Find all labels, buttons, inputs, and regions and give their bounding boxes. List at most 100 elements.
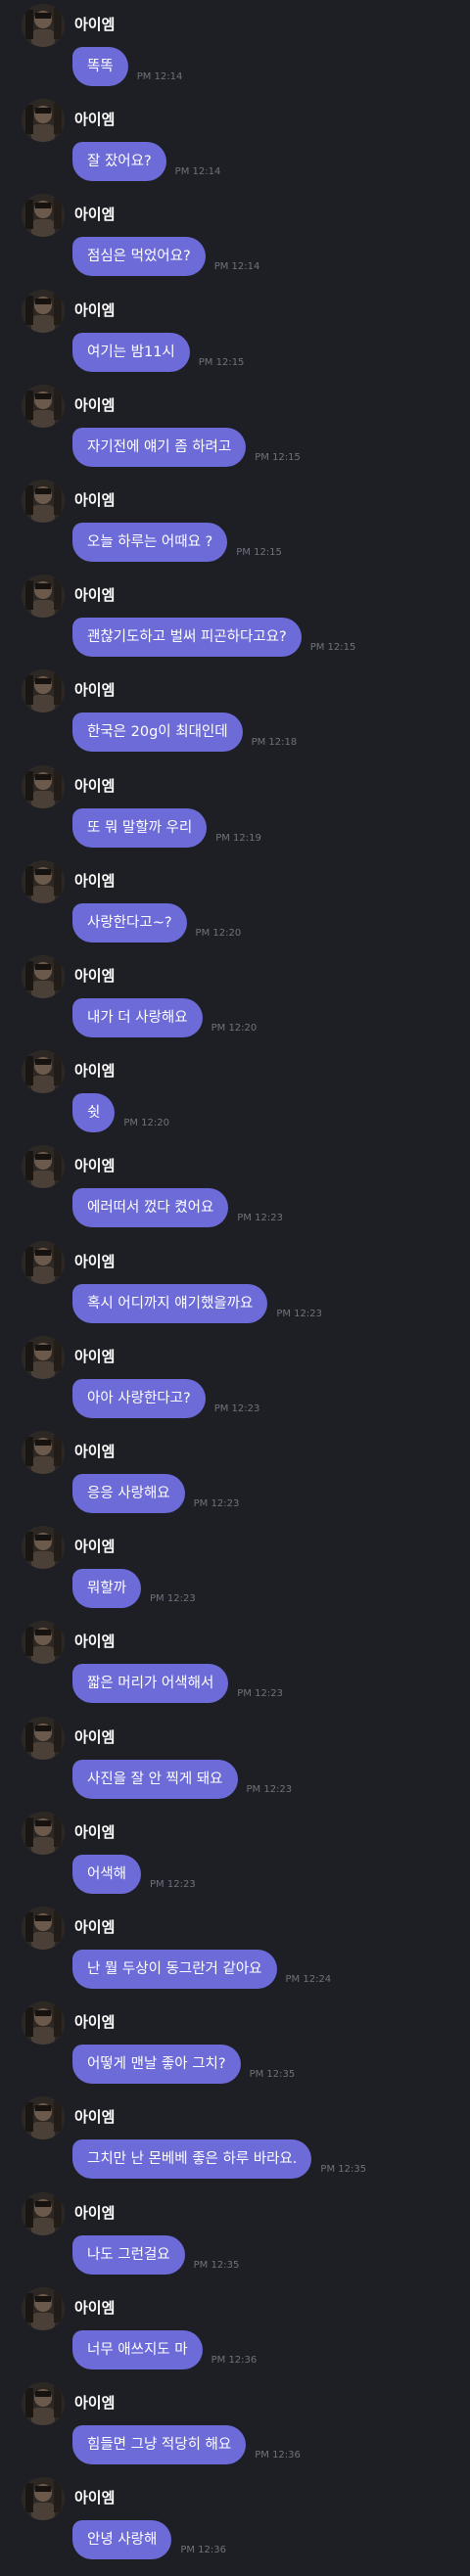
avatar-photo-icon[interactable] (22, 575, 65, 619)
avatar-photo-icon[interactable] (22, 1716, 65, 1760)
message-row: 점심은 먹었어요? PM 12:14 (72, 237, 260, 277)
message-timestamp: PM 12:36 (180, 2545, 226, 2556)
message-bubble[interactable]: 안녕 사랑해 (72, 2520, 172, 2560)
avatar-photo-icon[interactable] (22, 289, 65, 333)
message-bubble[interactable]: 응응 사랑해요 (72, 1474, 185, 1513)
avatar-photo-icon[interactable] (22, 194, 65, 238)
message-bubble[interactable]: 오늘 하루는 어때요 ? (72, 523, 228, 562)
avatar-photo-icon[interactable] (22, 1526, 65, 1570)
avatar-photo-icon[interactable] (22, 1431, 65, 1474)
message-row: 뭐할까 PM 12:23 (72, 1569, 196, 1609)
avatar-photo-icon[interactable] (22, 2191, 65, 2235)
chat-message-list[interactable]: 아이엠 똑똑 PM 12:14 아이엠 잘 잤어요? PM 12:14 아이엠 … (0, 0, 470, 2576)
message-bubble[interactable]: 너무 애쓰지도 마 (72, 2329, 203, 2369)
avatar-photo-icon[interactable] (22, 764, 65, 808)
message-timestamp: PM 12:23 (193, 1498, 240, 1509)
message-bubble[interactable]: 에러떠서 껐다 켰어요 (72, 1188, 229, 1228)
chat-message: 아이엠 힘들면 그냥 적당히 해요 PM 12:36 (0, 2378, 470, 2473)
chat-message: 아이엠 뭐할까 PM 12:23 (0, 1522, 470, 1617)
chat-message: 아이엠 오늘 하루는 어때요 ? PM 12:15 (0, 476, 470, 571)
avatar-photo-icon[interactable] (22, 480, 65, 523)
message-bubble[interactable]: 쉿 (72, 1093, 116, 1133)
message-row: 똑똑 PM 12:14 (72, 47, 182, 86)
avatar-photo-icon[interactable] (22, 384, 65, 428)
message-timestamp: PM 12:24 (285, 1974, 332, 1985)
avatar-photo-icon[interactable] (22, 1907, 65, 1950)
sender-name: 아이엠 (74, 1062, 116, 1081)
message-row: 괜찮기도하고 벌써 피곤하다고요? PM 12:15 (72, 618, 356, 658)
sender-name: 아이엠 (74, 1727, 116, 1746)
chat-message: 아이엠 나도 그런걸요 PM 12:35 (0, 2188, 470, 2283)
message-bubble[interactable]: 사랑한다고~? (72, 902, 187, 943)
sender-name: 아이엠 (74, 776, 116, 795)
message-timestamp: PM 12:20 (123, 1118, 169, 1129)
sender-name: 아이엠 (74, 1347, 116, 1365)
message-bubble[interactable]: 힘들면 그냥 적당히 해요 (72, 2425, 247, 2464)
avatar-photo-icon[interactable] (22, 2477, 65, 2521)
avatar-photo-icon[interactable] (22, 99, 65, 143)
avatar-photo-icon[interactable] (22, 1811, 65, 1855)
message-timestamp: PM 12:15 (309, 642, 356, 654)
chat-message: 아이엠 사랑한다고~? PM 12:20 (0, 856, 470, 951)
avatar-photo-icon[interactable] (22, 2286, 65, 2330)
chat-message: 아이엠 어떻게 맨날 좋아 그치? PM 12:35 (0, 1998, 470, 2093)
message-row: 짧은 머리가 어색해서 PM 12:23 (72, 1664, 283, 1704)
avatar-photo-icon[interactable] (22, 859, 65, 903)
message-bubble[interactable]: 점심은 먹었어요? (72, 237, 206, 277)
message-bubble[interactable]: 나도 그런걸요 (72, 2234, 185, 2275)
sender-name: 아이엠 (74, 16, 116, 33)
sender-name: 아이엠 (74, 111, 116, 129)
avatar-photo-icon[interactable] (22, 669, 65, 713)
sender-name: 아이엠 (74, 491, 116, 509)
message-row: 쉿 PM 12:20 (72, 1093, 169, 1133)
avatar-photo-icon[interactable] (22, 955, 65, 998)
avatar-photo-icon[interactable] (22, 1335, 65, 1379)
message-row: 어떻게 맨날 좋아 그치? PM 12:35 (72, 2045, 296, 2085)
message-row: 난 뭘 두상이 동그란거 같아요 PM 12:24 (72, 1950, 331, 1989)
sender-name: 아이엠 (74, 2013, 116, 2032)
message-bubble[interactable]: 여기는 밤11시 (72, 332, 190, 372)
message-bubble[interactable]: 똑똑 (72, 47, 128, 86)
message-bubble[interactable]: 뭐할까 (72, 1569, 142, 1609)
message-bubble[interactable]: 어떻게 맨날 좋아 그치? (72, 2045, 241, 2085)
message-timestamp: PM 12:36 (211, 2354, 258, 2366)
avatar-photo-icon[interactable] (22, 2382, 65, 2425)
message-bubble[interactable]: 내가 더 사랑해요 (72, 998, 203, 1037)
avatar-photo-icon[interactable] (22, 4, 65, 47)
message-timestamp: PM 12:15 (198, 356, 245, 368)
avatar-photo-icon[interactable] (22, 1050, 65, 1094)
message-timestamp: PM 12:35 (249, 2069, 296, 2081)
chat-message: 아이엠 쉿 PM 12:20 (0, 1046, 470, 1141)
sender-name: 아이엠 (74, 2489, 116, 2507)
message-bubble[interactable]: 괜찮기도하고 벌써 피곤하다고요? (72, 618, 302, 658)
message-bubble[interactable]: 짧은 머리가 어색해서 (72, 1664, 229, 1704)
message-bubble[interactable]: 사진을 잘 안 찍게 돼요 (72, 1759, 238, 1799)
message-bubble[interactable]: 혹시 어디까지 얘기했을까요 (72, 1283, 268, 1323)
avatar-photo-icon[interactable] (22, 1621, 65, 1665)
message-bubble[interactable]: 자기전에 얘기 좀 하려고 (72, 427, 247, 467)
message-bubble[interactable]: 난 뭘 두상이 동그란거 같아요 (72, 1950, 277, 1989)
avatar-photo-icon[interactable] (22, 2001, 65, 2046)
message-row: 사랑한다고~? PM 12:20 (72, 902, 241, 943)
message-bubble[interactable]: 잘 잤어요? (72, 142, 166, 182)
message-row: 힘들면 그냥 적당히 해요 PM 12:36 (72, 2425, 301, 2464)
chat-message: 아이엠 어색해 PM 12:23 (0, 1808, 470, 1903)
message-row: 오늘 하루는 어때요 ? PM 12:15 (72, 523, 282, 562)
message-timestamp: PM 12:14 (213, 261, 260, 273)
message-timestamp: PM 12:36 (255, 2450, 301, 2461)
chat-message: 아이엠 여기는 밤11시 PM 12:15 (0, 286, 470, 381)
message-row: 그치만 난 몬베베 좋은 하루 바라요. PM 12:35 (72, 2139, 366, 2180)
sender-name: 아이엠 (74, 1822, 116, 1841)
message-row: 잘 잤어요? PM 12:14 (72, 142, 220, 182)
message-row: 안녕 사랑해 PM 12:36 (72, 2520, 226, 2560)
sender-name: 아이엠 (74, 2108, 116, 2127)
message-bubble[interactable]: 한국은 20g이 최대인데 (72, 713, 243, 753)
message-bubble[interactable]: 어색해 (72, 1854, 142, 1894)
avatar-photo-icon[interactable] (22, 1240, 65, 1284)
message-bubble[interactable]: 또 뭐 말할까 우리 (72, 807, 208, 848)
avatar-photo-icon[interactable] (22, 2096, 65, 2140)
avatar-photo-icon[interactable] (22, 1145, 65, 1189)
message-timestamp: PM 12:18 (251, 737, 298, 749)
message-bubble[interactable]: 그치만 난 몬베베 좋은 하루 바라요. (72, 2139, 312, 2180)
message-bubble[interactable]: 아아 사랑한다고? (72, 1378, 206, 1418)
